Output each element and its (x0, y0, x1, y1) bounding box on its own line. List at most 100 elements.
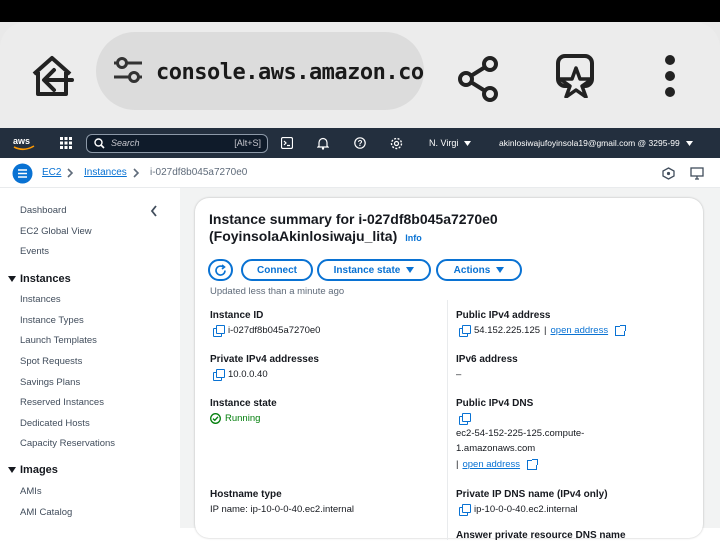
copy-icon[interactable] (459, 325, 471, 337)
answer-dns-label: Answer private resource DNS name (456, 530, 626, 541)
ipv6-label: IPv6 address (456, 354, 518, 365)
public-ipv4-label: Public IPv4 address (456, 310, 551, 321)
public-ipv4-value: 54.152.225.125 | open address (459, 324, 627, 337)
sidebar-item-amis[interactable]: AMIs (20, 486, 42, 497)
refresh-icon (215, 263, 226, 276)
copy-icon[interactable] (459, 504, 471, 516)
copy-icon[interactable] (213, 369, 225, 381)
refresh-button[interactable] (208, 259, 233, 281)
ipv6-text: – (456, 369, 462, 380)
chevron-right-icon (133, 168, 140, 178)
url-bar[interactable]: console.aws.amazon.com (96, 32, 424, 110)
more-menu-icon[interactable] (662, 54, 678, 98)
aws-logo[interactable]: aws (12, 128, 36, 158)
notifications-bell-icon[interactable] (317, 128, 329, 158)
copy-icon[interactable] (459, 413, 471, 425)
search-input[interactable]: Search [Alt+S] (86, 134, 268, 153)
sidebar-section-label: Instances (20, 273, 71, 285)
caret-down-icon (496, 267, 505, 273)
separator: | (544, 325, 547, 336)
collapse-sidebar-icon[interactable] (150, 205, 158, 217)
feedback-icon[interactable] (662, 167, 675, 180)
caret-down-icon (464, 140, 472, 146)
share-icon[interactable] (456, 56, 502, 102)
caret-down-icon (406, 267, 415, 273)
copy-icon[interactable] (213, 325, 225, 337)
instance-id-text: i-027df8b045a7270e0 (228, 325, 321, 336)
breadcrumb-instances[interactable]: Instances (84, 167, 127, 178)
settings-gear-icon[interactable] (390, 128, 403, 158)
instance-state-button[interactable]: Instance state (317, 259, 431, 281)
actions-label: Actions (453, 264, 491, 276)
sidebar-item-global-view[interactable]: EC2 Global View (20, 226, 92, 237)
sidebar-item-launch-templates[interactable]: Launch Templates (20, 335, 97, 346)
site-settings-icon[interactable] (112, 56, 144, 84)
public-ipv4-text: 54.152.225.125 (474, 325, 541, 336)
breadcrumb: EC2 Instances i-027df8b045a7270e0 (0, 158, 720, 188)
svg-text:aws: aws (13, 136, 30, 146)
instance-state-label: Instance state (333, 264, 401, 276)
sidebar-item-capacity-reservations[interactable]: Capacity Reservations (20, 438, 115, 449)
actions-button[interactable]: Actions (436, 259, 522, 281)
display-settings-icon[interactable] (690, 167, 704, 180)
column-divider (447, 300, 448, 540)
sidebar-section-instances[interactable]: Instances (8, 273, 71, 285)
connect-button[interactable]: Connect (241, 259, 313, 281)
search-icon (94, 138, 105, 149)
home-back-icon[interactable] (28, 52, 76, 100)
instance-id-label: Instance ID (210, 310, 264, 321)
connect-label: Connect (257, 264, 297, 276)
caret-down-icon (685, 140, 693, 146)
public-dns-copy (459, 413, 471, 425)
help-icon[interactable]: ? (354, 128, 366, 158)
chevron-right-icon (67, 168, 74, 178)
sidebar-item-ami-catalog[interactable]: AMI Catalog (20, 507, 72, 518)
open-address-link[interactable]: open address (551, 325, 609, 336)
caret-down-icon (8, 276, 16, 282)
private-dns-label: Private IP DNS name (IPv4 only) (456, 489, 608, 500)
sidebar-item-spot-requests[interactable]: Spot Requests (20, 356, 82, 367)
status-badge: Running (210, 413, 260, 424)
instance-summary-panel: Instance summary for i-027df8b045a7270e0… (195, 198, 703, 541)
hostname-type-value: IP name: ip-10-0-0-40.ec2.internal (210, 504, 354, 515)
title-line-1: Instance summary for i-027df8b045a7270e0 (209, 211, 498, 227)
sidebar-item-savings-plans[interactable]: Savings Plans (20, 377, 80, 388)
sidebar-item-instance-types[interactable]: Instance Types (20, 315, 84, 326)
hostname-type-label: Hostname type (210, 489, 282, 500)
main-content: Instance summary for i-027df8b045a7270e0… (180, 188, 720, 541)
sidebar-section-images[interactable]: Images (8, 464, 58, 476)
url-text[interactable]: console.aws.amazon.com (156, 60, 424, 85)
public-dns-open-row: | open address (456, 458, 539, 470)
open-address-link[interactable]: open address (462, 459, 520, 470)
account-label: akinlosiwajufoyinsola19@gmail.com @ 3295… (499, 138, 680, 148)
ipv6-value: – (456, 369, 461, 380)
cloudshell-icon[interactable] (281, 128, 293, 158)
info-link[interactable]: Info (405, 230, 422, 247)
sidebar-item-dashboard[interactable]: Dashboard (20, 205, 66, 216)
sidebar-item-events[interactable]: Events (20, 246, 49, 257)
bookmark-star-icon[interactable] (554, 52, 598, 98)
public-dns-line-2: 1.amazonaws.com (456, 443, 535, 454)
side-nav-toggle-icon[interactable] (12, 163, 33, 184)
private-dns-text: ip-10-0-0-40.ec2.internal (474, 504, 578, 515)
sidebar-item-instances[interactable]: Instances (20, 294, 61, 305)
instance-id-value: i-027df8b045a7270e0 (213, 325, 321, 337)
status-bar (0, 0, 720, 22)
account-menu[interactable]: akinlosiwajufoyinsola19@gmail.com @ 3295… (499, 128, 693, 158)
public-dns-label: Public IPv4 DNS (456, 398, 534, 409)
title-line-2: (FoyinsolaAkinlosiwaju_lita) (209, 228, 398, 244)
external-link-icon[interactable] (527, 458, 539, 470)
private-ipv4-label: Private IPv4 addresses (210, 354, 319, 365)
services-grid-icon[interactable] (60, 128, 72, 158)
breadcrumb-ec2[interactable]: EC2 (42, 167, 61, 178)
sidebar-item-reserved-instances[interactable]: Reserved Instances (20, 397, 104, 408)
private-dns-value: ip-10-0-0-40.ec2.internal (459, 504, 578, 516)
search-shortcut: [Alt+S] (234, 138, 261, 148)
region-selector[interactable]: N. Virgi (429, 128, 472, 158)
title-line-2-row: (FoyinsolaAkinlosiwaju_lita) Info (209, 228, 498, 247)
sidebar-item-dedicated-hosts[interactable]: Dedicated Hosts (20, 418, 90, 429)
aws-top-nav: aws Search [Alt+S] ? N. Virgi akinlosiwa… (0, 128, 720, 158)
separator: | (456, 459, 459, 470)
instance-state-text: Running (225, 413, 261, 424)
external-link-icon[interactable] (615, 324, 627, 336)
